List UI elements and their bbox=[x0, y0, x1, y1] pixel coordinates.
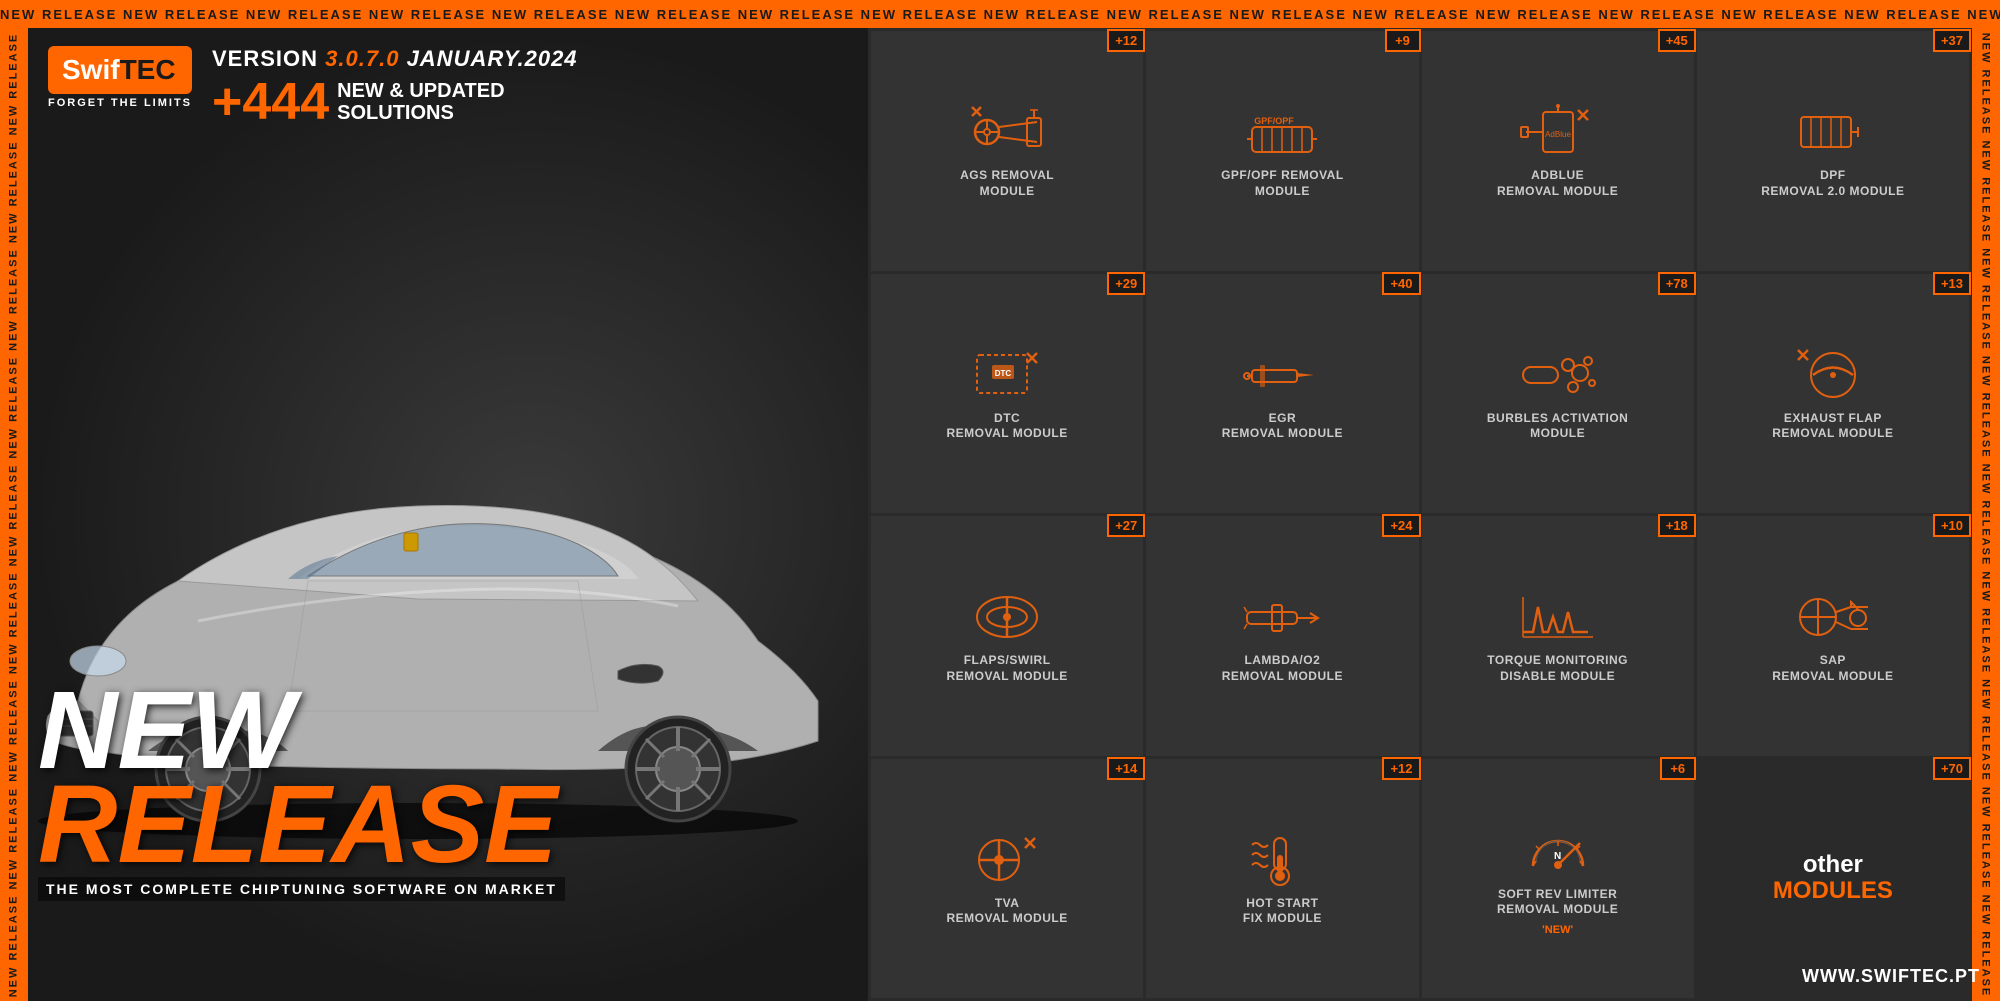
module-badge-13: +12 bbox=[1382, 757, 1420, 780]
logo-swift: Swif bbox=[62, 54, 120, 86]
module-badge-12: +14 bbox=[1107, 757, 1145, 780]
module-cell-12: +14 TVAREMOVAL MODULE bbox=[871, 759, 1143, 999]
module-name-5: EGRREMOVAL MODULE bbox=[1222, 411, 1343, 442]
top-banner: NEW RELEASE NEW RELEASE NEW RELEASE NEW … bbox=[0, 0, 2000, 28]
module-cell-13: +12 HOT STARTFIX MODULE bbox=[1146, 759, 1418, 999]
module-cell-0: +12 AGS REMOVALMODULE bbox=[871, 31, 1143, 271]
module-icon-torque bbox=[1518, 587, 1598, 647]
solutions-text: NEW & UPDATED SOLUTIONS bbox=[337, 80, 504, 124]
module-name-9: LAMBDA/O2REMOVAL MODULE bbox=[1222, 653, 1343, 684]
module-icon-adblue: AdBlue bbox=[1518, 102, 1598, 162]
module-name-0: AGS REMOVALMODULE bbox=[960, 168, 1054, 199]
solutions-line1: NEW & UPDATED bbox=[337, 80, 504, 102]
logo-tec: TEC bbox=[120, 54, 176, 86]
module-name-6: BURBLES ACTIVATIONMODULE bbox=[1487, 411, 1628, 442]
module-cell-4: +29 DTC DTCREMOVAL MODULE bbox=[871, 274, 1143, 514]
module-badge-14: +6 bbox=[1660, 757, 1696, 780]
module-name-7: EXHAUST FLAPREMOVAL MODULE bbox=[1772, 411, 1893, 442]
tagline-text: THE MOST COMPLETE CHIPTUNING SOFTWARE ON… bbox=[38, 877, 565, 901]
module-cell-5: +40 EGRREMOVAL MODULE bbox=[1146, 274, 1418, 514]
module-icon-tva bbox=[967, 830, 1047, 890]
module-name-13: HOT STARTFIX MODULE bbox=[1243, 896, 1322, 927]
svg-text:DTC: DTC bbox=[995, 369, 1012, 378]
solutions-line: +444 NEW & UPDATED SOLUTIONS bbox=[212, 76, 578, 128]
module-cell-8: +27 FLAPS/SWIRLREMOVAL MODULE bbox=[871, 516, 1143, 756]
module-name-12: TVAREMOVAL MODULE bbox=[947, 896, 1068, 927]
module-badge-11: +10 bbox=[1933, 514, 1971, 537]
module-cell-7: +13 EXHAUST FLAPREMOVAL MODULE bbox=[1697, 274, 1969, 514]
module-badge-2: +45 bbox=[1658, 29, 1696, 52]
module-name-3: DPFREMOVAL 2.0 MODULE bbox=[1761, 168, 1904, 199]
module-icon-dtc: DTC bbox=[967, 345, 1047, 405]
module-cell-15: +70 otherMODULES bbox=[1697, 759, 1969, 999]
module-icon-gpf: GPF/OPF bbox=[1242, 102, 1322, 162]
other-modules-label: otherMODULES bbox=[1773, 852, 1893, 905]
new-release-text: NEW RELEASE bbox=[38, 684, 565, 871]
logo-box: Swif TEC bbox=[48, 46, 192, 94]
module-name-14: SOFT REV LIMITERREMOVAL MODULE bbox=[1497, 887, 1618, 918]
side-banner-left-text: NEW RELEASE NEW RELEASE NEW RELEASE NEW … bbox=[8, 28, 20, 1001]
logo-wrapper: Swif TEC FORGET THE LIMITS bbox=[48, 46, 192, 109]
version-line: VERSION 3.0.7.0 JANUARY.2024 bbox=[212, 46, 578, 72]
side-banner-left: NEW RELEASE NEW RELEASE NEW RELEASE NEW … bbox=[0, 28, 28, 1001]
module-cell-14: +6 N SOFT REV LIMITERREMOVAL MODULE 'NEW' bbox=[1422, 759, 1694, 999]
side-banner-right-text: NEW RELEASE NEW RELEASE NEW RELEASE NEW … bbox=[1980, 28, 1992, 1001]
module-badge-9: +24 bbox=[1382, 514, 1420, 537]
module-cell-11: +10 SAPREMOVAL MODULE bbox=[1697, 516, 1969, 756]
module-cell-1: +9 GPF/OPF GPF/OPF REMOVALMODULE bbox=[1146, 31, 1418, 271]
top-banner-text: NEW RELEASE NEW RELEASE NEW RELEASE NEW … bbox=[0, 7, 2000, 22]
module-badge-6: +78 bbox=[1658, 272, 1696, 295]
module-name-1: GPF/OPF REMOVALMODULE bbox=[1221, 168, 1344, 199]
module-cell-3: +37 DPFREMOVAL 2.0 MODULE bbox=[1697, 31, 1969, 271]
module-badge-15: +70 bbox=[1933, 757, 1971, 780]
module-cell-10: +18 TORQUE MONITORINGDISABLE MODULE bbox=[1422, 516, 1694, 756]
module-name-2: ADBLUEREMOVAL MODULE bbox=[1497, 168, 1618, 199]
side-banner-right: NEW RELEASE NEW RELEASE NEW RELEASE NEW … bbox=[1972, 28, 2000, 1001]
header-text: VERSION 3.0.7.0 JANUARY.2024 +444 NEW & … bbox=[212, 46, 578, 128]
module-icon-hotstart bbox=[1242, 830, 1322, 890]
module-icon-egr bbox=[1242, 345, 1322, 405]
module-badge-10: +18 bbox=[1658, 514, 1696, 537]
module-badge-7: +13 bbox=[1933, 272, 1971, 295]
module-badge-8: +27 bbox=[1107, 514, 1145, 537]
new-release-section: NEW RELEASE THE MOST COMPLETE CHIPTUNING… bbox=[38, 684, 565, 901]
module-badge-0: +12 bbox=[1107, 29, 1145, 52]
module-badge-4: +29 bbox=[1107, 272, 1145, 295]
module-icon-sap bbox=[1793, 587, 1873, 647]
modules-grid: +12 AGS REMOVALMODULE+9 GPF/OPF GPF/OPF bbox=[868, 28, 1972, 1001]
module-icon-flaps bbox=[967, 587, 1047, 647]
module-cell-2: +45 AdBlue ADBLUEREMOVAL MODULE bbox=[1422, 31, 1694, 271]
version-label: VERSION bbox=[212, 46, 318, 71]
version-num-val: 3.0.7.0 bbox=[325, 46, 399, 71]
module-cell-9: +24 LAMBDA/O2REMOVAL MODULE bbox=[1146, 516, 1418, 756]
svg-text:AdBlue: AdBlue bbox=[1545, 130, 1571, 139]
new-badge-14: 'NEW' bbox=[1542, 924, 1573, 936]
module-icon-ags bbox=[967, 102, 1047, 162]
version-date-val: JANUARY.2024 bbox=[407, 46, 578, 71]
module-icon-dpf bbox=[1793, 102, 1873, 162]
module-badge-1: +9 bbox=[1385, 29, 1421, 52]
website-url: WWW.SWIFTEC.PT bbox=[1802, 966, 1980, 987]
module-name-4: DTCREMOVAL MODULE bbox=[947, 411, 1068, 442]
solutions-line2: SOLUTIONS bbox=[337, 102, 504, 124]
module-icon-exhaust bbox=[1793, 345, 1873, 405]
module-icon-burbles bbox=[1518, 345, 1598, 405]
logo-tagline: FORGET THE LIMITS bbox=[48, 97, 192, 109]
release-text: RELEASE bbox=[38, 763, 558, 886]
module-name-10: TORQUE MONITORINGDISABLE MODULE bbox=[1487, 653, 1628, 684]
module-icon-softrev: N bbox=[1518, 821, 1598, 881]
left-panel: Swif TEC FORGET THE LIMITS VERSION 3.0.7… bbox=[28, 28, 868, 1001]
svg-text:GPF/OPF: GPF/OPF bbox=[1255, 116, 1295, 126]
module-name-11: SAPREMOVAL MODULE bbox=[1772, 653, 1893, 684]
module-icon-lambda bbox=[1242, 587, 1322, 647]
module-cell-6: +78 BURBLES ACTIVATIONMODULE bbox=[1422, 274, 1694, 514]
svg-text:N: N bbox=[1554, 851, 1561, 862]
module-badge-3: +37 bbox=[1933, 29, 1971, 52]
header-area: Swif TEC FORGET THE LIMITS VERSION 3.0.7… bbox=[48, 46, 578, 128]
main-content: Swif TEC FORGET THE LIMITS VERSION 3.0.7… bbox=[28, 28, 1972, 1001]
solutions-count: +444 bbox=[212, 76, 329, 128]
module-name-8: FLAPS/SWIRLREMOVAL MODULE bbox=[947, 653, 1068, 684]
module-badge-5: +40 bbox=[1382, 272, 1420, 295]
